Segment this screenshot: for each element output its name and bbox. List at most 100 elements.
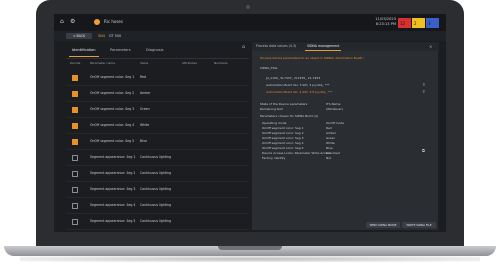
selected-parameter-value: White bbox=[326, 141, 335, 145]
parameter-value: Red bbox=[140, 75, 147, 79]
parameter-name: Segment appearance: Seg 5 bbox=[90, 219, 136, 223]
parameter-value: Continuous lighting bbox=[140, 187, 172, 191]
selected-parameter-name: OnOff segment color: Seg 3 bbox=[262, 136, 304, 140]
table-row[interactable]: Segment appearance: Seg 2 Continuous ligh… bbox=[66, 166, 249, 182]
home-icon[interactable]: ⌂ bbox=[242, 44, 245, 50]
row-checkbox[interactable] bbox=[72, 155, 78, 161]
row-checkbox[interactable] bbox=[72, 187, 78, 193]
clock-time: 8:23:13 PM bbox=[375, 22, 396, 26]
tab-identification[interactable]: Identification bbox=[72, 48, 96, 52]
selected-parameter-value: Amber bbox=[326, 131, 336, 135]
build-info-line: Automation Build Ver. 3 SID: 3 Joynite_ … bbox=[266, 83, 330, 87]
parameter-name: OnOff segment color: Seg 4 bbox=[90, 123, 135, 127]
parameter-name: Segment appearance: Seg 2 bbox=[90, 171, 136, 175]
warning-message: Process device parameters to an object i… bbox=[260, 56, 364, 60]
selected-parameter-name: Device Access Locks: Parameter Write Acc… bbox=[262, 151, 331, 155]
parameter-value: Continuous lighting bbox=[140, 155, 172, 159]
send-sidna-mode-button[interactable]: SEND SIDNA MODE bbox=[366, 222, 400, 228]
panel-tabs: Identification Parameters Diagnosis bbox=[66, 44, 249, 59]
row-checkbox[interactable] bbox=[72, 171, 78, 177]
camera-dot bbox=[246, 5, 250, 9]
state-label: State of the Device parameters bbox=[260, 102, 308, 106]
parameter-value: Continuous lighting bbox=[140, 219, 172, 223]
selected-parameter-value: N/A bbox=[326, 156, 332, 160]
home-icon[interactable]: ⌂ bbox=[60, 18, 64, 26]
parameter-name: OnOff segment color: Seg 3 bbox=[90, 107, 135, 111]
parameter-name: OnOff segment color: Seg 1 bbox=[90, 75, 135, 79]
header-value[interactable]: Value bbox=[140, 61, 148, 65]
parameter-name: Segment appearance: Seg 4 bbox=[90, 203, 136, 207]
parameter-panel: Identification Parameters Diagnosis Deci… bbox=[66, 44, 249, 232]
upload-icon[interactable]: ⇪ bbox=[422, 89, 425, 94]
table-header: Decide Parameter name Value Attributes N… bbox=[66, 60, 249, 68]
write-sidna-file-button[interactable]: WRITE SIDNA FILE bbox=[402, 222, 436, 228]
parameter-value: Blue bbox=[140, 139, 148, 143]
remaining-label: Remaining text bbox=[260, 107, 283, 111]
header-decide[interactable]: Decide bbox=[70, 61, 80, 65]
clock: 11/03/2023 8:23:13 PM bbox=[372, 17, 396, 27]
gear-icon[interactable]: ⚙ bbox=[70, 18, 75, 26]
state-value: ITS Name bbox=[326, 102, 341, 106]
parameter-value: Continuous lighting bbox=[140, 203, 172, 207]
selected-parameter-name: OnOff segment color: Seg 4 bbox=[262, 141, 304, 145]
table-row[interactable]: OnOff segment color: Seg 4 White bbox=[66, 118, 249, 134]
selected-parameter-value: Red bbox=[326, 126, 332, 130]
row-checkbox[interactable] bbox=[72, 219, 78, 225]
selected-parameter-value: Unlocked bbox=[326, 151, 340, 155]
header-attributes[interactable]: Attributes bbox=[182, 61, 197, 65]
selected-parameter-name: Operating mode bbox=[262, 121, 287, 125]
selected-parameter-value: Green bbox=[326, 136, 336, 140]
table-row[interactable]: OnOff segment color: Seg 3 Green bbox=[66, 102, 249, 118]
parameter-value: White bbox=[140, 123, 150, 127]
laptop-notch bbox=[218, 246, 282, 250]
selected-parameter-name: OnOff segment color: Seg 1 bbox=[262, 126, 304, 130]
parameter-name: OnOff segment color: Seg 2 bbox=[90, 91, 135, 95]
table-row[interactable]: OnOff segment color: Seg 1 Red bbox=[66, 70, 249, 86]
sidna-tabs: Process data values (4.3) SIDNA manageme… bbox=[252, 42, 439, 51]
breadcrumb-id: SN4 bbox=[98, 34, 105, 38]
parameter-value: Amber bbox=[140, 91, 151, 95]
app-screen: ⌂ ⚙ Ric hoses 11/03/2023 8:23:13 PM 12 2… bbox=[54, 14, 446, 232]
params-header: Parameters chosen for SIDNA Build (4) bbox=[260, 114, 318, 118]
close-icon[interactable]: × bbox=[429, 44, 432, 49]
table-row[interactable]: OnOff segment color: Seg 5 Blue bbox=[66, 134, 249, 150]
alert-error-badge[interactable]: 12 bbox=[398, 18, 411, 28]
row-checkbox[interactable] bbox=[72, 139, 78, 145]
pin-icon[interactable]: ⇧ bbox=[422, 82, 425, 87]
back-button[interactable]: < BACK bbox=[66, 33, 92, 39]
tab-sidna-management[interactable]: SIDNA management bbox=[307, 44, 339, 48]
selected-parameter-name: OnOff segment color: Seg 2 bbox=[262, 131, 304, 135]
alert-info-badge[interactable]: 3 bbox=[426, 18, 439, 28]
parameter-value: Continuous lighting bbox=[140, 171, 172, 175]
table-row[interactable]: Segment appearance: Seg 5 Continuous ligh… bbox=[66, 214, 249, 230]
header-numbers[interactable]: Numbers bbox=[214, 61, 228, 65]
copy-icon[interactable]: ⧉ bbox=[422, 148, 425, 153]
table-row[interactable]: OnOff segment color: Seg 2 Amber bbox=[66, 86, 249, 102]
row-checkbox[interactable] bbox=[72, 75, 78, 81]
row-checkbox[interactable] bbox=[72, 91, 78, 97]
top-bar: ⌂ ⚙ Ric hoses 11/03/2023 8:23:13 PM 12 2… bbox=[54, 14, 446, 31]
selected-parameter-name: Factory identity bbox=[262, 156, 286, 160]
breadcrumb-name: GT 500 bbox=[109, 34, 122, 38]
row-checkbox[interactable] bbox=[72, 107, 78, 113]
alert-warning-badge[interactable]: 2 bbox=[412, 18, 425, 28]
table-row[interactable]: Segment appearance: Seg 3 Continuous ligh… bbox=[66, 182, 249, 198]
parameter-name: Segment appearance: Seg 1 bbox=[90, 155, 136, 159]
tab-process-data[interactable]: Process data values (4.3) bbox=[256, 44, 296, 48]
row-checkbox[interactable] bbox=[72, 123, 78, 129]
tab-parameters[interactable]: Parameters bbox=[110, 48, 131, 52]
device-id-line: J4_1100_ 5L7437_ 2L7455_ 21-7453 bbox=[266, 76, 321, 80]
header-parameter-name[interactable]: Parameter name bbox=[90, 61, 115, 65]
row-checkbox[interactable] bbox=[72, 203, 78, 209]
tab-diagnosis[interactable]: Diagnosis bbox=[146, 48, 163, 52]
parameter-name: Segment appearance: Seg 3 bbox=[90, 187, 136, 191]
parameter-name: OnOff segment color: Seg 5 bbox=[90, 139, 135, 143]
remaining-value: (Whatever) bbox=[326, 107, 343, 111]
table-row[interactable]: Segment appearance: Seg 4 Continuous ligh… bbox=[66, 198, 249, 214]
active-tab-indicator bbox=[69, 56, 99, 57]
build-warning-line: Automation Build Ver. 4 SID: 3.8 Joynite… bbox=[266, 90, 333, 94]
user-avatar[interactable] bbox=[94, 19, 100, 25]
user-name: Ric hoses bbox=[104, 19, 123, 24]
table-row[interactable]: Segment appearance: Seg 1 Continuous ligh… bbox=[66, 150, 249, 166]
parameter-value: Green bbox=[140, 107, 150, 111]
